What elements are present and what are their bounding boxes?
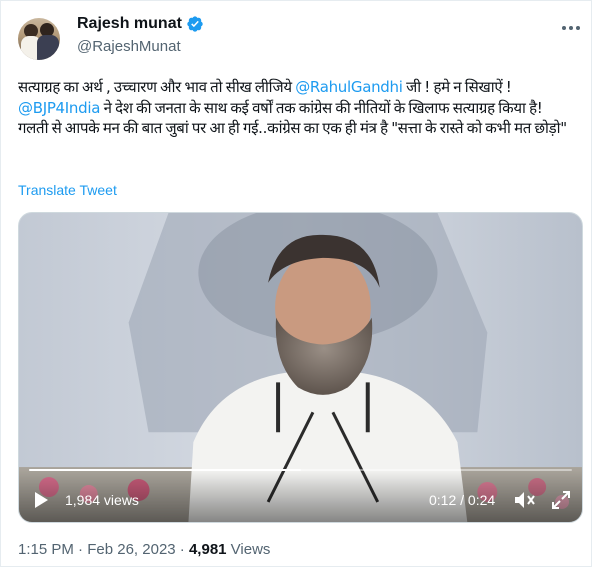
author-name[interactable]: Rajesh munat bbox=[77, 15, 182, 33]
mention-link[interactable]: @RahulGandhi bbox=[295, 78, 403, 96]
tweet-text: सत्याग्रह का अर्थ , उच्चारण और भाव तो सी… bbox=[18, 77, 580, 139]
mention-link[interactable]: @BJP4India bbox=[18, 99, 100, 117]
volume-icon[interactable] bbox=[514, 491, 536, 509]
tweet-time[interactable]: 1:15 PM bbox=[18, 541, 74, 558]
views-label: Views bbox=[226, 541, 271, 558]
meta-separator: · bbox=[73, 541, 88, 558]
play-icon[interactable] bbox=[33, 491, 49, 509]
verified-badge-icon bbox=[187, 16, 203, 32]
author-handle[interactable]: @RajeshMunat bbox=[77, 38, 181, 55]
tweet-date[interactable]: Feb 26, 2023 bbox=[87, 541, 175, 558]
avatar-person-body-right bbox=[37, 35, 59, 60]
tweet-text-segment: सत्याग्रह का अर्थ , उच्चारण और भाव तो सी… bbox=[18, 78, 296, 96]
meta-separator: · bbox=[175, 541, 189, 558]
video-view-count: 1,984 views bbox=[65, 492, 139, 508]
views-count: 4,981 bbox=[188, 541, 227, 558]
translate-tweet-link[interactable]: Translate Tweet bbox=[18, 182, 117, 198]
avatar[interactable] bbox=[18, 18, 60, 60]
author-name-row: Rajesh munat bbox=[77, 15, 204, 33]
video-progress-fill bbox=[29, 469, 301, 471]
video-time: 0:12 / 0:24 bbox=[429, 492, 496, 508]
tweet-card: Rajesh munat @RajeshMunat सत्याग्रह का अ… bbox=[0, 0, 592, 567]
tweet-text-segment: ने देश की जनता के साथ कई वर्षों तक कांग्… bbox=[100, 98, 543, 117]
more-options-icon[interactable] bbox=[559, 19, 583, 37]
fullscreen-icon[interactable] bbox=[552, 491, 570, 509]
video-player[interactable]: 1,984 views 0:12 / 0:24 bbox=[18, 212, 583, 523]
tweet-text-segment: जी ! हमे न सिखाऐं ! bbox=[402, 78, 512, 96]
video-progress-bar[interactable] bbox=[29, 469, 572, 471]
tweet-meta: 1:15 PM · Feb 26, 2023 · 4,981 Views bbox=[18, 541, 270, 558]
tweet-text-segment: गलती से आपके मन की बात जुबां पर आ ही गई.… bbox=[18, 119, 567, 137]
